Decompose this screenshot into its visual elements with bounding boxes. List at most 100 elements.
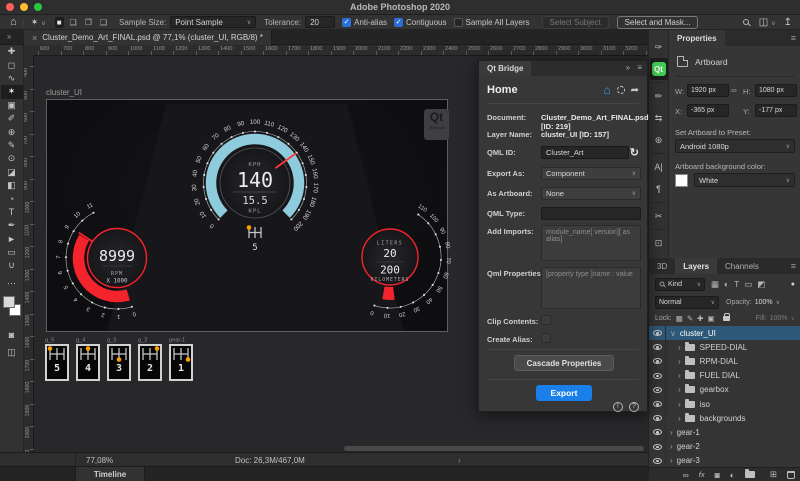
eye-icon[interactable] xyxy=(652,401,662,408)
eye-icon[interactable] xyxy=(652,358,662,365)
eye-icon[interactable] xyxy=(652,372,662,379)
layer-row-gearbox[interactable]: › gearbox xyxy=(649,382,800,397)
lasso-tool[interactable]: ∿ xyxy=(1,72,23,85)
close-document-icon[interactable]: × xyxy=(32,33,37,43)
vertical-ruler[interactable]: 400 500 600 700 800 900 1000 1100 1200 1300 1400 15… xyxy=(24,56,34,452)
filter-type-layers-icon[interactable]: T xyxy=(734,279,739,290)
settings-gear-icon[interactable] xyxy=(616,86,625,94)
info-icon[interactable]: ! xyxy=(612,401,623,412)
magic-wand-icon[interactable]: ✶ ∨ xyxy=(31,17,46,28)
add-selection-icon[interactable]: ❏ xyxy=(68,17,79,28)
lock-image-pixels-icon[interactable]: ✎ xyxy=(687,314,693,323)
home-nav-icon[interactable]: ⌂ xyxy=(603,83,610,97)
zoom-level-field[interactable]: 77,08% xyxy=(86,456,113,465)
tolerance-input[interactable]: 20 xyxy=(305,16,336,28)
share-icon[interactable]: ↥ xyxy=(784,17,792,28)
layer-row-gear-1[interactable]: › gear-1 xyxy=(649,425,800,440)
collapse-panel-icon[interactable]: » xyxy=(626,63,630,72)
visibility-cell[interactable] xyxy=(649,411,666,426)
expand-chevron-icon[interactable]: › xyxy=(678,343,681,352)
workspace-icon[interactable]: ◫ ∨ xyxy=(759,17,776,28)
lock-all-icon[interactable] xyxy=(722,313,730,321)
preset-dropdown[interactable]: Android 1080p ∨ xyxy=(675,139,795,153)
rectangle-tool[interactable]: ▭ xyxy=(1,246,23,259)
checkbox-box[interactable] xyxy=(453,17,463,27)
magic-wand-tool[interactable]: ✶ xyxy=(0,85,23,99)
link-layers-icon[interactable]: ∞ xyxy=(683,470,689,480)
lock-artboard-icon[interactable]: ▣ xyxy=(707,314,714,323)
new-layer-icon[interactable]: ⊞ xyxy=(770,469,777,480)
eye-icon[interactable] xyxy=(652,443,662,450)
select-subject-button[interactable]: Select Subject xyxy=(541,15,609,29)
layer-effects-icon[interactable]: fx xyxy=(699,470,705,479)
pen-tool[interactable]: ✒ xyxy=(1,219,23,232)
properties-tab[interactable]: Properties xyxy=(669,30,725,46)
visibility-cell[interactable] xyxy=(649,382,666,397)
new-selection-icon[interactable]: ■ xyxy=(54,16,64,28)
edit-toolbar-icon[interactable]: ⋯ xyxy=(1,277,23,290)
checkbox-anti-alias[interactable]: ✓ Anti-alias xyxy=(342,17,387,27)
blend-mode-dropdown[interactable]: Normal ∨ xyxy=(655,295,719,309)
eye-icon[interactable] xyxy=(652,344,662,351)
qt-bridge-panel-icon[interactable]: Qt xyxy=(649,58,668,80)
visibility-cell[interactable] xyxy=(649,439,666,454)
eyedropper-tool[interactable]: ✐ xyxy=(1,112,23,125)
layer-row-iso[interactable]: › iso xyxy=(649,396,800,412)
qml-properties-textarea[interactable] xyxy=(541,267,641,309)
expand-chevron-icon[interactable]: › xyxy=(670,442,673,451)
collapse-toolbar-icon[interactable]: » xyxy=(7,32,11,41)
new-group-icon[interactable] xyxy=(744,469,755,478)
checkbox-box[interactable]: ✓ xyxy=(342,17,352,27)
sample-size-dropdown[interactable]: Point Sample ∨ xyxy=(170,16,257,28)
visibility-cell[interactable] xyxy=(649,354,666,369)
qml-type-input[interactable] xyxy=(541,207,641,220)
filter-smart-objects-icon[interactable]: ◩ xyxy=(757,279,765,290)
clone-stamp-tool[interactable]: ⊙ xyxy=(1,152,23,165)
screen-mode-icon[interactable]: ◫ xyxy=(1,345,23,358)
checkbox-contiguous[interactable]: ✓ Contiguous xyxy=(394,17,447,27)
expand-chevron-icon[interactable]: › xyxy=(678,400,681,409)
expand-chevron-icon[interactable]: › xyxy=(678,385,681,394)
filter-toggle-icon[interactable]: ● xyxy=(791,281,795,288)
visibility-cell[interactable] xyxy=(649,453,666,468)
eye-icon[interactable] xyxy=(652,330,662,337)
timeline-tab[interactable]: Timeline xyxy=(75,467,145,481)
quick-mask-icon[interactable]: ◙ xyxy=(1,328,23,341)
expand-chevron-icon[interactable]: › xyxy=(678,357,681,366)
add-imports-textarea[interactable] xyxy=(541,225,641,261)
gradient-tool[interactable]: ◧ xyxy=(1,179,23,192)
visibility-cell[interactable] xyxy=(649,368,666,383)
marquee-tool[interactable]: ◻ xyxy=(1,58,23,71)
properties-sliders-panel-icon[interactable]: ⇆ xyxy=(650,107,668,129)
qml-id-input[interactable] xyxy=(541,146,629,159)
healing-brush-tool[interactable]: ⊕ xyxy=(1,125,23,138)
paragraph-panel-icon[interactable]: ¶ xyxy=(650,178,668,200)
width-input[interactable]: 1920 px xyxy=(687,84,729,97)
layer-row-cluster_ui[interactable]: ∨ cluster_UI xyxy=(649,326,800,341)
checkbox-sample-all-layers[interactable]: Sample All Layers xyxy=(453,17,530,27)
link-dimensions-icon[interactable]: ∞ xyxy=(731,86,737,95)
layer-row-gear-3[interactable]: › gear-3 xyxy=(649,453,800,468)
move-tool[interactable]: ✚ xyxy=(1,45,23,58)
refresh-icon[interactable]: ↻ xyxy=(630,146,639,159)
clone-source-panel-icon[interactable]: ✑ xyxy=(650,36,668,58)
kind-filter-dropdown[interactable]: Kind ∨ xyxy=(655,277,705,291)
visibility-cell[interactable] xyxy=(649,425,666,440)
expand-chevron-icon[interactable]: › xyxy=(670,428,673,437)
brush-tool[interactable]: ✎ xyxy=(1,139,23,152)
type-tool[interactable]: T xyxy=(1,206,23,219)
checkbox-box[interactable]: ✓ xyxy=(394,17,404,27)
search-icon[interactable] xyxy=(742,19,749,25)
tool-presets-panel-icon[interactable]: ✂ xyxy=(650,205,668,227)
tab-channels[interactable]: Channels xyxy=(717,258,767,274)
as-artboard-dropdown[interactable]: None ∨ xyxy=(541,187,641,200)
properties-menu-icon[interactable]: ≡ xyxy=(791,33,796,43)
create-alias-checkbox[interactable] xyxy=(541,333,551,343)
layer-row-fuel-dial[interactable]: › FUEL DIAL xyxy=(649,368,800,383)
tab-layers[interactable]: Layers xyxy=(675,258,718,274)
subtract-selection-icon[interactable]: ❐ xyxy=(83,17,94,28)
document-tab[interactable]: × Cluster_Demo_Art_FINAL.psd @ 77,1% (cl… xyxy=(24,30,272,45)
layers-menu-icon[interactable]: ≡ xyxy=(791,261,796,271)
color-swatches[interactable] xyxy=(0,294,24,322)
artboard-bg-dropdown[interactable]: White ∨ xyxy=(694,173,795,187)
